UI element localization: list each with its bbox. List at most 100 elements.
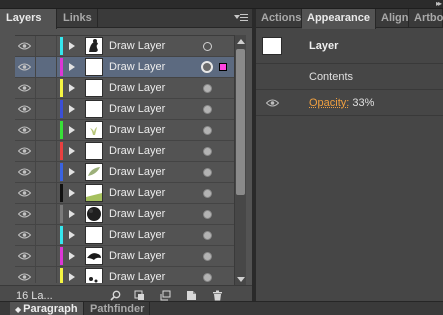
layer-row[interactable]: Draw Layer [15,225,234,246]
expand-triangle-icon[interactable] [69,210,75,218]
visibility-eye-icon[interactable] [15,246,34,266]
target-circle-icon[interactable] [203,210,212,219]
scroll-up-icon[interactable] [237,39,245,44]
target-circle-icon[interactable] [203,252,212,261]
visibility-eye-icon[interactable] [15,99,34,119]
visibility-eye-icon[interactable] [15,57,34,77]
layer-name[interactable]: Draw Layer [109,36,165,56]
layer-row[interactable]: Draw Layer [15,57,234,78]
expand-triangle-icon[interactable] [69,231,75,239]
lock-toggle[interactable] [35,141,57,161]
lock-toggle[interactable] [35,78,57,98]
expand-triangle-icon[interactable] [69,189,75,197]
scroll-thumb[interactable] [236,49,245,195]
expand-triangle-icon[interactable] [69,84,75,92]
tab-links[interactable]: Links [57,9,98,28]
eye-icon[interactable] [266,99,279,107]
lock-toggle[interactable] [35,183,57,203]
visibility-eye-icon[interactable] [15,204,34,224]
opacity-row[interactable]: Opacity: 33% [256,91,443,116]
selection-indicator[interactable] [219,63,227,71]
lock-toggle[interactable] [35,99,57,119]
visibility-eye-icon[interactable] [15,141,34,161]
make-clipping-mask-icon[interactable] [134,290,145,301]
layer-row[interactable]: Draw Layer [15,120,234,141]
expand-triangle-icon[interactable] [69,105,75,113]
layer-row[interactable]: Draw Layer [15,183,234,204]
layer-name[interactable]: Draw Layer [109,183,165,203]
tab-actions[interactable]: Actions [256,9,302,28]
target-circle-icon[interactable] [203,42,212,51]
locate-object-icon[interactable] [110,290,121,301]
lock-toggle[interactable] [35,204,57,224]
visibility-eye-icon[interactable] [15,267,34,283]
expand-triangle-icon[interactable] [69,63,75,71]
layer-name[interactable]: Draw Layer [109,162,165,182]
layer-row[interactable]: Draw Layer [15,162,234,183]
layer-row[interactable]: Draw Layer [15,204,234,225]
layer-thumbnail [85,163,103,181]
target-circle-icon[interactable] [203,84,212,93]
expand-triangle-icon[interactable] [69,147,75,155]
layer-row[interactable]: Draw Layer [15,246,234,267]
expand-triangle-icon[interactable] [69,168,75,176]
contents-row[interactable]: Contents [256,65,443,90]
layer-name[interactable]: Draw Layer [109,120,165,140]
lock-toggle[interactable] [35,36,57,56]
lock-toggle[interactable] [35,162,57,182]
lock-toggle[interactable] [35,57,57,77]
layer-name[interactable]: Draw Layer [109,141,165,161]
collapse-panels-icon[interactable]: ▸▸ [436,0,442,8]
lock-toggle[interactable] [35,120,57,140]
tab-align[interactable]: Align [376,9,409,28]
tab-pathfinder[interactable]: Pathfinder [85,302,151,315]
target-circle-icon[interactable] [203,168,212,177]
layer-name[interactable]: Draw Layer [109,225,165,245]
tab-layers[interactable]: Layers [0,9,57,29]
target-circle-icon[interactable] [203,147,212,156]
panel-toggle-icon[interactable]: ◆ [15,305,21,314]
layer-name[interactable]: Draw Layer [109,99,165,119]
target-circle-icon[interactable] [203,231,212,240]
panel-menu-icon[interactable] [234,12,248,24]
layer-name[interactable]: Draw Layer [109,267,165,283]
opacity-link[interactable]: Opacity: [309,97,349,109]
target-circle-icon[interactable] [203,189,212,198]
layer-name[interactable]: Draw Layer [109,246,165,266]
layer-name[interactable]: Draw Layer [109,204,165,224]
layer-row[interactable]: Draw Layer [15,267,234,283]
layer-row[interactable]: Draw Layer [15,78,234,99]
expand-triangle-icon[interactable] [69,252,75,260]
tab-artboards[interactable]: Artbo [409,9,443,28]
visibility-eye-icon[interactable] [15,36,34,56]
target-circle-icon[interactable] [203,126,212,135]
new-layer-icon[interactable] [186,290,197,301]
layer-color-bar [60,205,63,223]
layer-row[interactable]: Draw Layer [15,141,234,162]
target-circle-icon[interactable] [203,105,212,114]
lock-toggle[interactable] [35,246,57,266]
visibility-eye-icon[interactable] [15,162,34,182]
visibility-eye-icon[interactable] [15,120,34,140]
visibility-eye-icon[interactable] [15,183,34,203]
expand-triangle-icon[interactable] [69,126,75,134]
target-circle-icon[interactable] [201,61,213,73]
lock-toggle[interactable] [35,267,57,283]
expand-triangle-icon[interactable] [69,42,75,50]
lock-toggle[interactable] [35,225,57,245]
tab-appearance[interactable]: Appearance [302,9,376,29]
layer-name[interactable]: Draw Layer [109,78,165,98]
layer-thumbnail [85,37,103,55]
delete-icon[interactable] [212,290,223,301]
layer-name[interactable]: Draw Layer [109,57,165,77]
layer-row[interactable]: Draw Layer [15,99,234,120]
visibility-eye-icon[interactable] [15,225,34,245]
layer-row[interactable]: Draw Layer [15,36,234,57]
scroll-down-icon[interactable] [237,277,245,282]
target-circle-icon[interactable] [203,273,212,282]
layers-scrollbar[interactable] [234,35,246,285]
new-sublayer-icon[interactable] [160,290,171,301]
visibility-eye-icon[interactable] [15,78,34,98]
tab-paragraph[interactable]: ◆ Paragraph [10,302,84,315]
expand-triangle-icon[interactable] [69,273,75,281]
